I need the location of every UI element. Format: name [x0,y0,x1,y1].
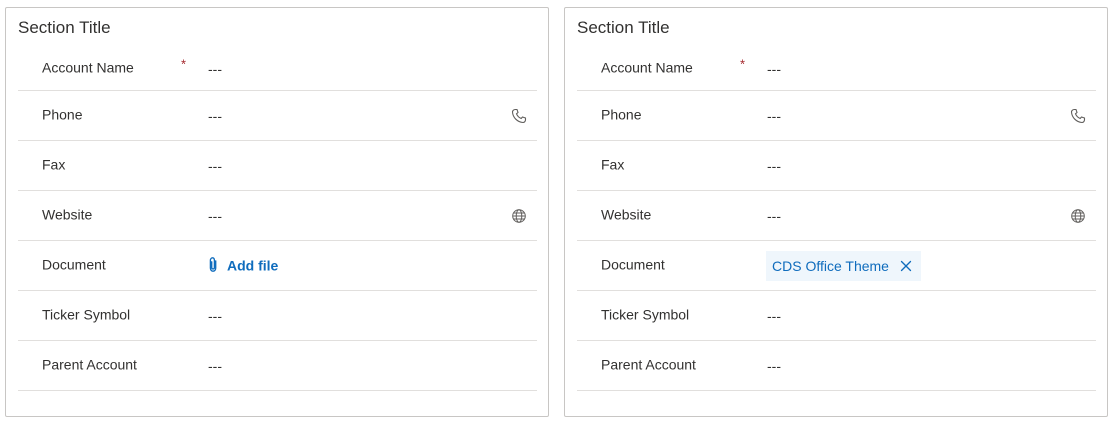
website-input[interactable]: --- [208,208,222,224]
field-label: Website [42,205,93,222]
field-row-fax: Fax --- [577,141,1096,191]
field-row-document: Document Add file [18,241,537,291]
globe-icon[interactable] [511,208,527,224]
field-label: Fax [42,155,66,172]
section-card-left: Section Title Account Name * --- Phone -… [5,7,549,417]
ticker-symbol-input[interactable]: --- [208,308,222,324]
close-icon[interactable] [899,259,913,273]
section-title: Section Title [577,18,670,37]
phone-icon[interactable] [511,108,527,124]
website-input[interactable]: --- [767,208,781,224]
field-row-document: Document CDS Office Theme [577,241,1096,291]
field-label: Parent Account [601,355,696,372]
section-card-right: Section Title Account Name * --- Phone -… [564,7,1108,417]
parent-account-input[interactable]: --- [208,358,222,374]
parent-account-input[interactable]: --- [767,358,781,374]
field-list: Account Name * --- Phone --- Fax --- Web… [577,48,1096,391]
field-row-phone: Phone --- [577,91,1096,141]
field-row-ticker-symbol: Ticker Symbol --- [18,291,537,341]
account-name-input[interactable]: --- [767,61,781,77]
file-name-link[interactable]: CDS Office Theme [772,258,889,274]
form-page: Section Title Account Name * --- Phone -… [0,0,1117,429]
field-label: Phone [42,105,83,122]
field-row-parent-account: Parent Account --- [18,341,537,391]
field-label: Ticker Symbol [42,305,131,322]
field-label: Document [601,255,665,272]
add-file-button[interactable]: Add file [208,256,278,275]
field-row-website: Website --- [577,191,1096,241]
field-row-ticker-symbol: Ticker Symbol --- [577,291,1096,341]
phone-input[interactable]: --- [208,108,222,124]
field-row-account-name: Account Name * --- [18,48,537,91]
field-list: Account Name * --- Phone --- Fax --- Web… [18,48,537,391]
file-chip[interactable]: CDS Office Theme [766,250,921,281]
section-title: Section Title [18,18,111,37]
field-row-website: Website --- [18,191,537,241]
field-row-fax: Fax --- [18,141,537,191]
phone-icon[interactable] [1070,108,1086,124]
field-row-account-name: Account Name * --- [577,48,1096,91]
fax-input[interactable]: --- [767,158,781,174]
field-row-phone: Phone --- [18,91,537,141]
field-label: Account Name [42,59,134,76]
field-label: Phone [601,105,642,122]
ticker-symbol-input[interactable]: --- [767,308,781,324]
phone-input[interactable]: --- [767,108,781,124]
field-label: Website [601,205,652,222]
fax-input[interactable]: --- [208,158,222,174]
globe-icon[interactable] [1070,208,1086,224]
field-label: Document [42,255,106,272]
field-label: Fax [601,155,625,172]
required-indicator: * [181,56,187,72]
paperclip-icon [208,256,219,275]
required-indicator: * [740,56,746,72]
add-file-label: Add file [227,257,279,274]
field-label: Ticker Symbol [601,305,690,322]
field-label: Parent Account [42,355,137,372]
field-label: Account Name [601,59,693,76]
field-row-parent-account: Parent Account --- [577,341,1096,391]
account-name-input[interactable]: --- [208,61,222,77]
